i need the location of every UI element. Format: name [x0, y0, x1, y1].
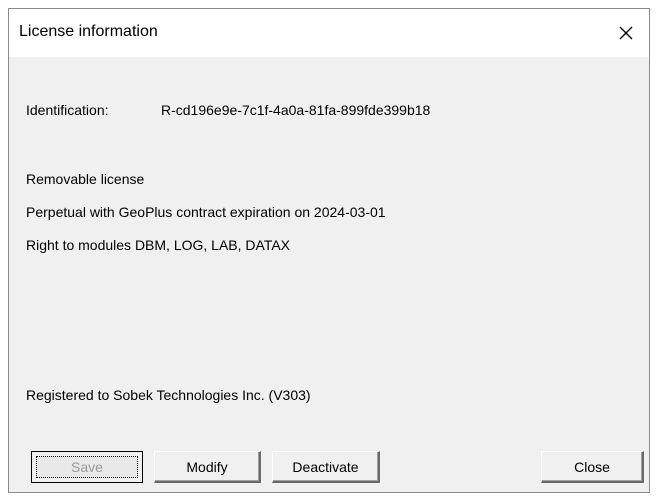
license-dialog: License information Identification: R-cd…: [8, 8, 650, 493]
save-button[interactable]: Save: [31, 451, 143, 483]
title-bar: License information: [9, 9, 649, 57]
dialog-content: Identification: R-cd196e9e-7c1f-4a0a-81f…: [9, 57, 649, 492]
close-window-button[interactable]: [603, 9, 649, 57]
modify-button[interactable]: Modify: [154, 451, 261, 483]
dialog-title: License information: [19, 23, 158, 40]
identification-value: R-cd196e9e-7c1f-4a0a-81fa-899fde399b18: [161, 102, 431, 118]
identification-label: Identification:: [26, 102, 109, 118]
close-button[interactable]: Close: [541, 451, 644, 483]
license-type: Removable license: [26, 171, 145, 187]
registered-to: Registered to Sobek Technologies Inc. (V…: [26, 387, 311, 403]
save-button-label: Save: [36, 456, 138, 478]
license-modules: Right to modules DBM, LOG, LAB, DATAX: [26, 237, 291, 253]
close-icon: [619, 26, 633, 40]
license-term: Perpetual with GeoPlus contract expirati…: [26, 204, 386, 220]
deactivate-button[interactable]: Deactivate: [272, 451, 380, 483]
